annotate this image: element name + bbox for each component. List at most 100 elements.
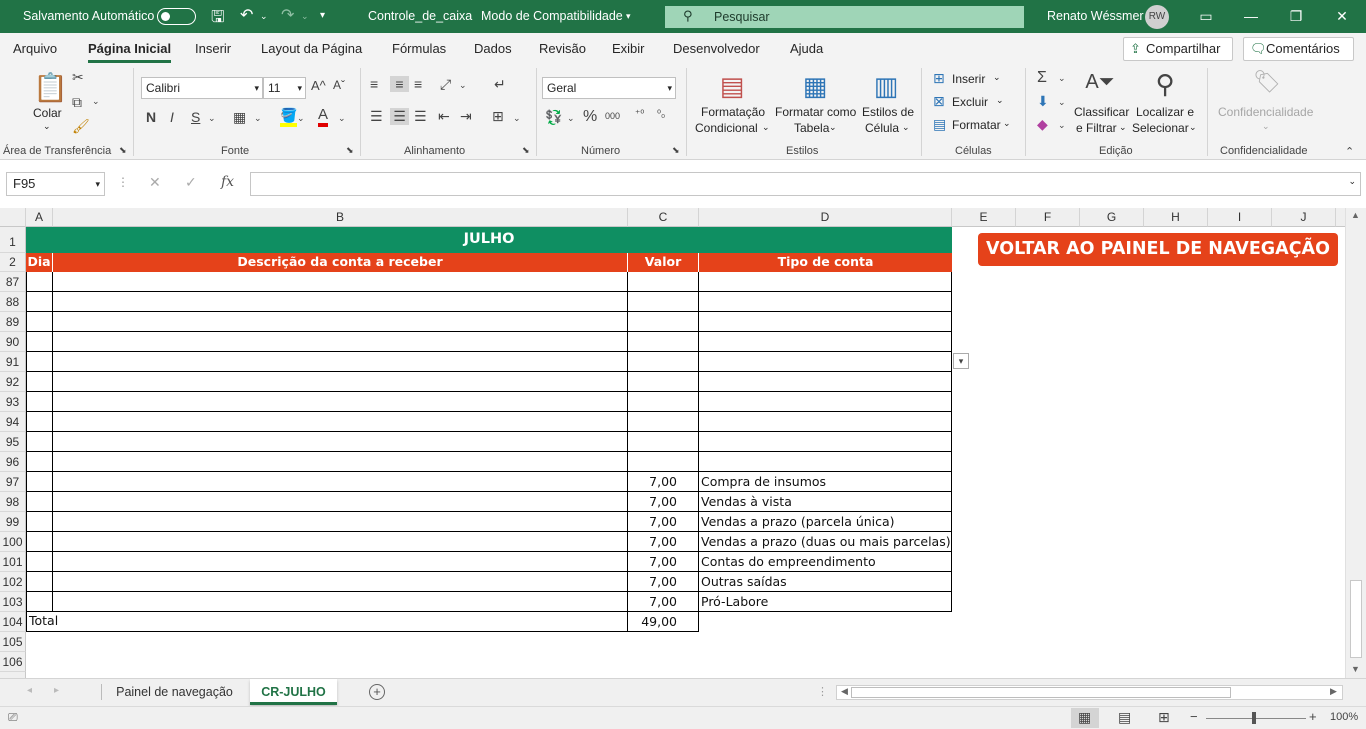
name-box[interactable]: F95 ▾ <box>6 172 105 196</box>
fill-dropdown-icon[interactable]: ⌄ <box>1058 97 1066 108</box>
copy-dropdown-icon[interactable]: ⌄ <box>92 96 100 107</box>
row-header[interactable]: 101 <box>0 552 26 572</box>
delete-cells-button[interactable]: Excluir <box>952 95 988 109</box>
scroll-down-icon[interactable]: ▼ <box>1351 664 1360 674</box>
cell-tipo[interactable]: Compra de insumos <box>699 472 952 492</box>
paste-label[interactable]: Colar <box>33 106 62 120</box>
chevron-down-icon[interactable]: ⌄ <box>902 122 910 133</box>
cell-valor[interactable]: 7,00 <box>628 512 699 532</box>
row-header[interactable]: 106 <box>0 652 26 672</box>
cell-valor[interactable] <box>628 292 699 312</box>
clear-dropdown-icon[interactable]: ⌄ <box>1058 120 1066 131</box>
insert-function-icon[interactable]: fx <box>221 174 234 190</box>
insert-cells-icon[interactable]: ⊞ <box>933 70 945 87</box>
page-break-icon[interactable]: ⊞ <box>1158 709 1170 726</box>
select-all-corner[interactable] <box>0 208 26 227</box>
vertical-scroll-thumb[interactable] <box>1350 580 1362 658</box>
cell-tipo[interactable] <box>699 412 952 432</box>
cell-styles-label-2[interactable]: Célula <box>865 121 899 135</box>
chevron-down-icon[interactable]: ⌄ <box>996 95 1004 106</box>
menu-ajuda[interactable]: Ajuda <box>790 41 823 56</box>
cell-dia[interactable] <box>26 272 53 292</box>
menu-arquivo[interactable]: Arquivo <box>13 41 57 56</box>
chevron-down-icon[interactable]: ⌄ <box>762 122 770 133</box>
tab-painel-navegacao[interactable]: Painel de navegação <box>103 679 246 705</box>
fill-dropdown-icon[interactable]: ⌄ <box>297 113 305 124</box>
cell-dia[interactable] <box>26 492 53 512</box>
cell-valor[interactable] <box>628 432 699 452</box>
orientation-dropdown-icon[interactable]: ⌄ <box>459 80 467 91</box>
underline-button[interactable]: S <box>191 109 200 125</box>
percent-icon[interactable]: % <box>583 108 597 126</box>
avatar[interactable]: RW <box>1145 5 1169 29</box>
column-header-a[interactable]: A <box>26 208 53 227</box>
row-header[interactable]: 88 <box>0 292 26 312</box>
row-header[interactable]: 90 <box>0 332 26 352</box>
page-layout-icon[interactable]: ▤ <box>1118 709 1131 726</box>
cut-icon[interactable]: ✂ <box>72 69 84 86</box>
orientation-icon[interactable]: ⤢ <box>440 76 451 93</box>
column-header-f[interactable]: F <box>1016 208 1080 227</box>
column-header-j[interactable]: J <box>1272 208 1336 227</box>
decrease-indent-icon[interactable]: ⇤ <box>438 108 450 125</box>
cell-descricao[interactable] <box>53 472 628 492</box>
thousands-separator-icon[interactable]: 000 <box>605 111 620 121</box>
row-header[interactable]: 93 <box>0 392 26 412</box>
cell-descricao[interactable] <box>53 272 628 292</box>
zoom-level[interactable]: 100% <box>1330 711 1358 723</box>
format-cells-icon[interactable]: ▤ <box>933 116 946 133</box>
cell-dia[interactable] <box>26 352 53 372</box>
cell-valor[interactable] <box>628 452 699 472</box>
cell-descricao[interactable] <box>53 572 628 592</box>
chevron-down-icon[interactable]: ⌄ <box>829 122 837 133</box>
clipboard-launcher-icon[interactable]: ⬊ <box>119 145 127 156</box>
close-icon[interactable]: ✕ <box>1332 6 1352 26</box>
undo-icon[interactable]: ↶ <box>240 5 253 25</box>
format-table-icon[interactable]: ▦ <box>800 71 830 105</box>
cell-descricao[interactable] <box>53 292 628 312</box>
undo-dropdown-icon[interactable]: ⌄ <box>260 11 268 22</box>
expand-formula-icon[interactable]: ⌄ <box>1348 176 1356 187</box>
row-header[interactable]: 105 <box>0 632 26 652</box>
cell-descricao[interactable] <box>53 452 628 472</box>
column-header-i[interactable]: I <box>1208 208 1272 227</box>
cell-dia[interactable] <box>26 412 53 432</box>
row-header[interactable]: 99 <box>0 512 26 532</box>
row-header[interactable]: 102 <box>0 572 26 592</box>
format-painter-icon[interactable]: 🖌 <box>72 118 90 135</box>
cell-descricao[interactable] <box>53 512 628 532</box>
copy-icon[interactable]: ⧉ <box>72 94 82 111</box>
autosave-toggle[interactable] <box>157 8 196 25</box>
cell-dia[interactable] <box>26 292 53 312</box>
search-box[interactable]: ⚲ Pesquisar <box>665 6 1024 28</box>
cell-descricao[interactable] <box>53 532 628 552</box>
cell-valor[interactable] <box>628 352 699 372</box>
align-bottom-icon[interactable]: ≡ <box>414 76 422 92</box>
tab-split-handle[interactable]: ⋮ <box>817 685 828 698</box>
column-header-b[interactable]: B <box>53 208 628 227</box>
ribbon-display-icon[interactable]: ▭ <box>1196 6 1216 26</box>
column-header-g[interactable]: G <box>1080 208 1144 227</box>
shrink-font-icon[interactable]: Aˇ <box>333 78 345 92</box>
clear-icon[interactable]: ◆ <box>1037 116 1048 133</box>
formula-input[interactable]: ⌄ <box>250 172 1361 196</box>
autosum-icon[interactable]: Σ <box>1037 69 1047 87</box>
wrap-text-icon[interactable]: ↵ <box>494 76 506 93</box>
cell-tipo[interactable]: Vendas à vista <box>699 492 952 512</box>
cell-dia[interactable] <box>26 312 53 332</box>
cell-descricao[interactable] <box>53 552 628 572</box>
column-header-k[interactable] <box>1336 208 1345 227</box>
bold-button[interactable]: N <box>146 109 156 125</box>
zoom-out-icon[interactable]: − <box>1190 709 1198 724</box>
cell-descricao[interactable] <box>53 432 628 452</box>
menu-dados[interactable]: Dados <box>474 41 512 56</box>
conditional-format-icon[interactable]: ▤ <box>717 71 747 105</box>
cell-tipo[interactable] <box>699 452 952 472</box>
borders-icon[interactable]: ▦ <box>233 109 246 126</box>
align-middle-icon[interactable]: ≡ <box>390 76 409 92</box>
cell-valor[interactable] <box>628 372 699 392</box>
normal-view-icon[interactable]: ▦ <box>1078 709 1091 726</box>
horizontal-scroll-thumb[interactable] <box>851 687 1231 698</box>
horizontal-scrollbar[interactable]: ◀ ▶ <box>836 685 1343 700</box>
italic-button[interactable]: I <box>170 109 174 125</box>
